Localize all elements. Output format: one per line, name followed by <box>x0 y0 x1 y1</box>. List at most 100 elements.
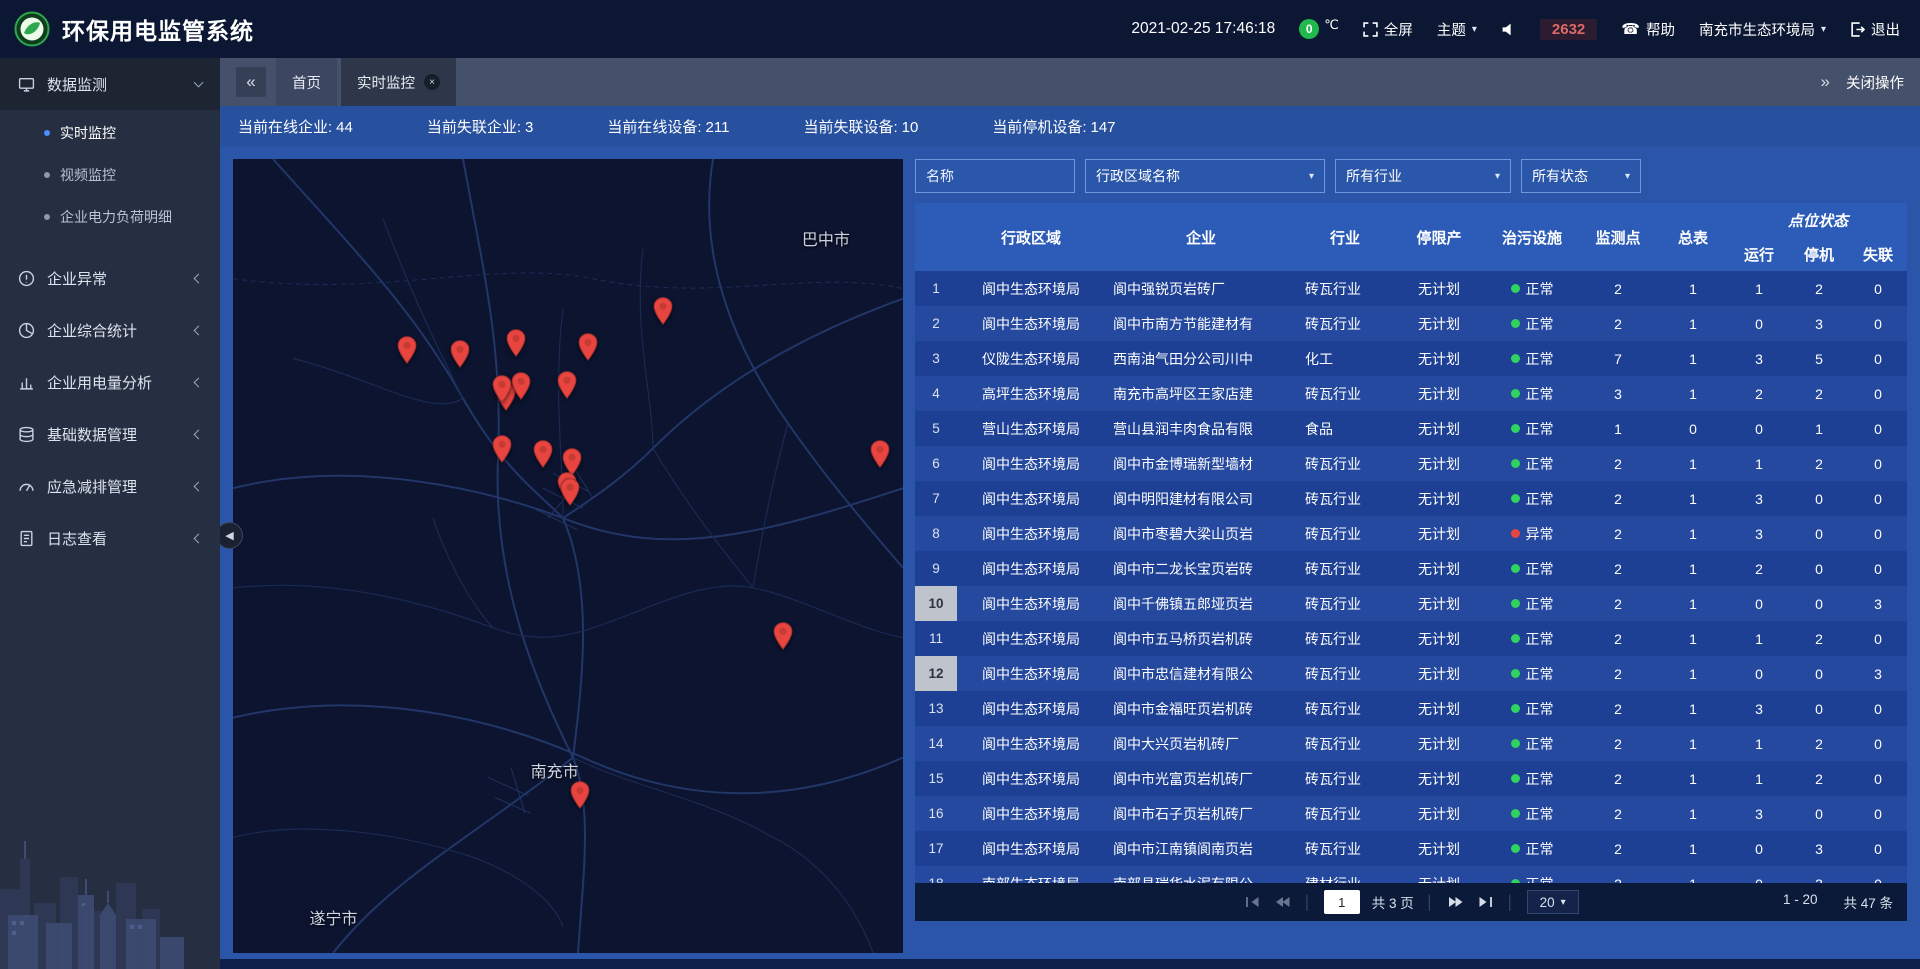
sidebar-item[interactable]: 企业综合统计 <box>0 304 220 356</box>
tab-item[interactable]: 首页 <box>276 58 337 106</box>
stat-item: 当前在线企业:44 <box>238 116 357 137</box>
tabs-scroll-right-button[interactable]: » <box>1821 72 1830 92</box>
divider: │ <box>1506 895 1514 910</box>
tab-close-icon[interactable]: × <box>424 74 440 90</box>
map-pin-icon[interactable] <box>773 621 794 650</box>
map-pin-icon[interactable] <box>653 296 674 325</box>
cell-limit: 无计划 <box>1393 446 1485 481</box>
sidebar-item[interactable]: 应急减排管理 <box>0 460 220 512</box>
prev-page-button[interactable] <box>1273 895 1291 909</box>
col-subheader[interactable]: 运行 <box>1729 237 1789 271</box>
map-pin-icon[interactable] <box>505 328 526 357</box>
alarm-speaker-icon[interactable] <box>1501 22 1516 37</box>
col-header[interactable]: 企业 <box>1105 203 1297 271</box>
org-dropdown[interactable]: 南充市生态环境局 ▾ <box>1699 19 1826 40</box>
sidebar-subitem[interactable]: 实时监控 <box>0 112 220 154</box>
cell-facility: 正常 <box>1485 796 1579 831</box>
table-row[interactable]: 6 阆中生态环境局 阆中市金博瑞新型墙材 砖瓦行业 无计划 正常 2 1 1 2… <box>915 446 1907 481</box>
cell-stopped: 2 <box>1789 726 1849 761</box>
sidebar-item[interactable]: 基础数据管理 <box>0 408 220 460</box>
divider: │ <box>1303 895 1311 910</box>
cell-lost: 3 <box>1849 656 1907 691</box>
cell-limit: 无计划 <box>1393 411 1485 446</box>
map-pin-icon[interactable] <box>491 375 512 404</box>
table-row[interactable]: 17 阆中生态环境局 阆中市江南镇阆南页岩 砖瓦行业 无计划 正常 2 1 0 … <box>915 831 1907 866</box>
cell-lost: 0 <box>1849 831 1907 866</box>
cell-running: 3 <box>1729 341 1789 376</box>
col-header[interactable]: 停限产 <box>1393 203 1485 271</box>
tab-item[interactable]: 实时监控 × <box>341 58 456 106</box>
col-header[interactable]: 监测点 <box>1579 203 1657 271</box>
sidebar-item[interactable]: 数据监测 <box>0 58 220 110</box>
first-page-button[interactable] <box>1243 895 1261 909</box>
col-header[interactable]: 行业 <box>1297 203 1393 271</box>
table-row[interactable]: 16 阆中生态环境局 阆中市石子页岩机砖厂 砖瓦行业 无计划 正常 2 1 3 … <box>915 796 1907 831</box>
table-row[interactable]: 13 阆中生态环境局 阆中市金福旺页岩机砖 砖瓦行业 无计划 正常 2 1 3 … <box>915 691 1907 726</box>
map-pin-icon[interactable] <box>397 336 418 365</box>
sidebar-subitem[interactable]: 企业电力负荷明细 <box>0 196 220 238</box>
map-pin-icon[interactable] <box>491 434 512 463</box>
table-row[interactable]: 10 阆中生态环境局 阆中千佛镇五郎垭页岩 砖瓦行业 无计划 正常 2 1 0 … <box>915 586 1907 621</box>
cell-company: 阆中市光富页岩机砖厂 <box>1105 761 1297 796</box>
map-pin-icon[interactable] <box>560 477 581 506</box>
cell-facility: 异常 <box>1485 516 1579 551</box>
map-pin-icon[interactable] <box>450 340 471 369</box>
logout-button[interactable]: 退出 <box>1850 19 1900 40</box>
cell-region: 阆中生态环境局 <box>957 796 1105 831</box>
fullscreen-button[interactable]: 全屏 <box>1363 19 1413 40</box>
col-header[interactable]: 治污设施 <box>1485 203 1579 271</box>
cell-running: 0 <box>1729 411 1789 446</box>
map-panel[interactable]: 巴中市南充市遂宁市 <box>233 159 903 953</box>
table-row[interactable]: 7 阆中生态环境局 阆中明阳建材有限公司 砖瓦行业 无计划 正常 2 1 3 0… <box>915 481 1907 516</box>
col-subheader[interactable]: 失联 <box>1849 237 1907 271</box>
region-filter-select[interactable]: 行政区域名称 ▾ <box>1085 159 1325 193</box>
cell-running: 1 <box>1729 726 1789 761</box>
table-row[interactable]: 8 阆中生态环境局 阆中市枣碧大梁山页岩 砖瓦行业 无计划 异常 2 1 3 0… <box>915 516 1907 551</box>
cell-facility: 正常 <box>1485 691 1579 726</box>
map-collapse-button[interactable]: ◀ <box>216 522 243 549</box>
last-page-button[interactable] <box>1476 895 1494 909</box>
sidebar-subitem[interactable]: 视频监控 <box>0 154 220 196</box>
status-filter-select[interactable]: 所有状态 ▾ <box>1521 159 1641 193</box>
sidebar-item[interactable]: 日志查看 <box>0 512 220 564</box>
table-row[interactable]: 14 阆中生态环境局 阆中大兴页岩机砖厂 砖瓦行业 无计划 正常 2 1 1 2… <box>915 726 1907 761</box>
table-row[interactable]: 4 高坪生态环境局 南充市高坪区王家店建 砖瓦行业 无计划 正常 3 1 2 2… <box>915 376 1907 411</box>
page-size-select[interactable]: 20 ▾ <box>1527 890 1579 914</box>
cell-lost: 3 <box>1849 586 1907 621</box>
next-page-button[interactable] <box>1446 895 1464 909</box>
help-button[interactable]: ☎ 帮助 <box>1621 19 1675 40</box>
table-row[interactable]: 11 阆中生态环境局 阆中市五马桥页岩机砖 砖瓦行业 无计划 正常 2 1 1 … <box>915 621 1907 656</box>
map-pin-icon[interactable] <box>511 372 532 401</box>
sidebar-item[interactable]: 企业用电量分析 <box>0 356 220 408</box>
map-pin-icon[interactable] <box>533 440 554 469</box>
col-subheader[interactable]: 停机 <box>1789 237 1849 271</box>
map-pin-icon[interactable] <box>570 781 591 810</box>
cell-stopped: 2 <box>1789 761 1849 796</box>
col-header[interactable]: 行政区域 <box>957 203 1105 271</box>
table-row[interactable]: 3 仪陇生态环境局 西南油气田分公司川中 化工 无计划 正常 7 1 3 5 0 <box>915 341 1907 376</box>
close-operations-button[interactable]: 关闭操作 <box>1846 72 1904 93</box>
tabs-scroll-left-button[interactable]: « <box>236 67 266 97</box>
table-row[interactable]: 5 营山生态环境局 营山县润丰肉食品有限 食品 无计划 正常 1 0 0 1 0 <box>915 411 1907 446</box>
name-filter-input[interactable] <box>915 159 1075 193</box>
theme-dropdown[interactable]: 主题 ▾ <box>1437 19 1477 40</box>
map-pin-icon[interactable] <box>578 332 599 361</box>
map-pin-icon[interactable] <box>557 371 578 400</box>
table-row[interactable]: 2 阆中生态环境局 阆中市南方节能建材有 砖瓦行业 无计划 正常 2 1 0 3… <box>915 306 1907 341</box>
table-row[interactable]: 12 阆中生态环境局 阆中市忠信建材有限公 砖瓦行业 无计划 正常 2 1 0 … <box>915 656 1907 691</box>
map-pin-icon[interactable] <box>869 439 890 468</box>
col-header[interactable]: 总表 <box>1657 203 1729 271</box>
sidebar-item[interactable]: 企业异常 <box>0 252 220 304</box>
table-row[interactable]: 9 阆中生态环境局 阆中市二龙长宝页岩砖 砖瓦行业 无计划 正常 2 1 2 0… <box>915 551 1907 586</box>
page-number-input[interactable] <box>1324 890 1360 914</box>
chevron-down-icon: ▾ <box>1495 171 1500 182</box>
table-row[interactable]: 18 南部生态环境局 南部县瑞华水泥有限公 建材行业 无计划 正常 2 1 0 … <box>915 866 1907 883</box>
table-row[interactable]: 15 阆中生态环境局 阆中市光富页岩机砖厂 砖瓦行业 无计划 正常 2 1 1 … <box>915 761 1907 796</box>
industry-filter-select[interactable]: 所有行业 ▾ <box>1335 159 1511 193</box>
table-row[interactable]: 1 阆中生态环境局 阆中强锐页岩砖厂 砖瓦行业 无计划 正常 2 1 1 2 0 <box>915 271 1907 306</box>
cell-industry: 砖瓦行业 <box>1297 516 1393 551</box>
cell-points: 2 <box>1579 446 1657 481</box>
stat-label: 当前在线设备: <box>607 119 701 136</box>
alarm-count-badge[interactable]: 2632 <box>1540 19 1597 40</box>
cell-meters: 1 <box>1657 831 1729 866</box>
